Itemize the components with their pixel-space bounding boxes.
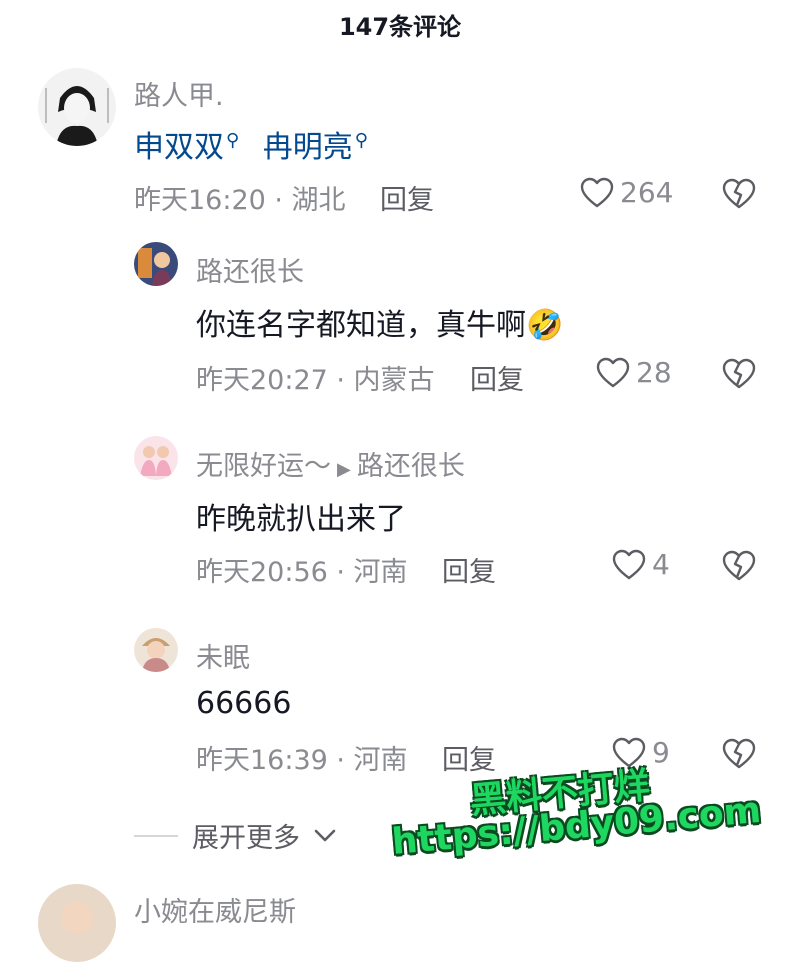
avatar[interactable] — [38, 68, 116, 146]
comments-header: 147条评论 — [0, 0, 800, 48]
expand-more-button[interactable]: 展开更多 — [134, 816, 336, 855]
comment-meta: 昨天16:39 · 河南 — [196, 745, 408, 776]
dislike-button[interactable] — [722, 550, 756, 582]
heart-icon — [612, 549, 646, 579]
username[interactable]: 路还很长 — [196, 250, 304, 289]
reply-arrow-icon: ▶ — [337, 459, 351, 480]
avatar-image — [134, 242, 178, 286]
mention-link[interactable]: 申双双 ⚲ — [134, 130, 239, 165]
search-icon: ⚲ — [354, 130, 368, 151]
username[interactable]: 未眠 — [196, 636, 250, 675]
like-button[interactable]: 28 — [596, 356, 672, 389]
like-count: 264 — [620, 176, 674, 209]
like-button[interactable]: 264 — [580, 176, 673, 209]
username: 无限好运～ ▶ 路还很长 — [196, 451, 465, 482]
comment-meta: 昨天16:20 · 湖北 — [134, 185, 346, 216]
chevron-down-icon — [314, 829, 336, 841]
avatar-image — [38, 884, 116, 962]
broken-heart-icon — [722, 550, 756, 581]
reply-button[interactable]: 回复 — [442, 550, 496, 589]
comment-count-title: 147条评论 — [338, 12, 462, 41]
search-icon: ⚲ — [226, 130, 240, 151]
avatar-image — [134, 628, 178, 672]
comment-text: 66666 — [196, 686, 292, 721]
comment-meta: 昨天20:56 · 河南 — [196, 557, 408, 588]
reply-to-username[interactable]: 路还很长 — [357, 451, 465, 482]
broken-heart-icon — [722, 178, 756, 209]
dislike-button[interactable] — [722, 738, 756, 770]
like-count: 4 — [652, 548, 670, 581]
dislike-button[interactable] — [722, 358, 756, 390]
username[interactable]: 小婉在威尼斯 — [134, 890, 296, 929]
avatar[interactable] — [134, 436, 178, 480]
avatar[interactable] — [38, 884, 116, 962]
comment-text: 你连名字都知道，真牛啊🤣 — [196, 308, 564, 343]
avatar-image — [134, 436, 178, 480]
broken-heart-icon — [722, 738, 756, 769]
reply-button[interactable]: 回复 — [470, 358, 524, 397]
avatar-image — [38, 68, 116, 146]
like-button[interactable]: 4 — [612, 548, 670, 581]
heart-icon — [596, 357, 630, 387]
mention-link[interactable]: 冉明亮 ⚲ — [263, 130, 368, 165]
broken-heart-icon — [722, 358, 756, 389]
like-count: 28 — [636, 356, 672, 389]
reply-button[interactable]: 回复 — [380, 178, 434, 217]
heart-icon — [580, 177, 614, 207]
expand-more-label: 展开更多 — [192, 823, 300, 854]
comment-meta: 昨天20:27 · 内蒙古 — [196, 365, 435, 396]
username[interactable]: 路人甲. — [134, 74, 224, 113]
dislike-button[interactable] — [722, 178, 756, 210]
divider-line — [134, 834, 178, 837]
comment-text: 申双双 ⚲ 冉明亮 ⚲ — [134, 122, 368, 166]
avatar[interactable] — [134, 242, 178, 286]
avatar[interactable] — [134, 628, 178, 672]
comment-text: 昨晚就扒出来了 — [196, 502, 406, 537]
laughing-emoji-icon: 🤣 — [526, 308, 564, 343]
like-count: 9 — [652, 736, 670, 769]
